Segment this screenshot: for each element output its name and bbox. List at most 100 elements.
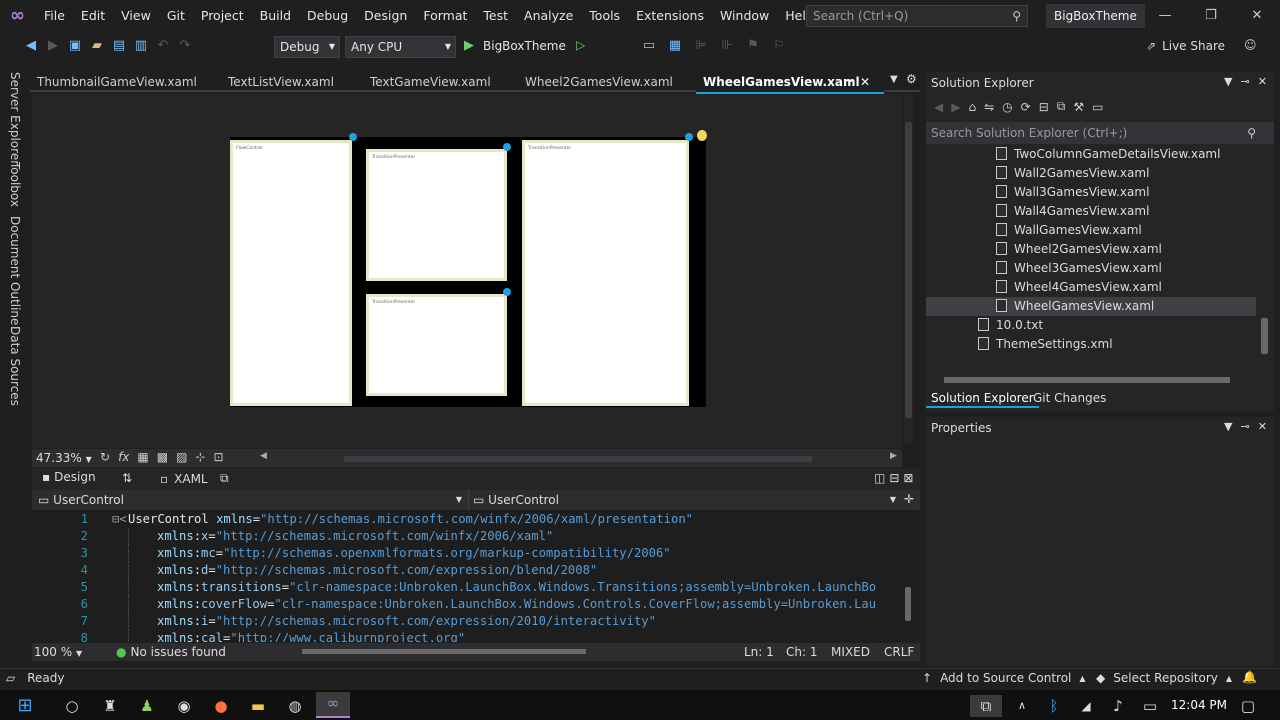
- menu-debug[interactable]: Debug: [299, 0, 356, 32]
- solution-vscroll[interactable]: [1260, 146, 1269, 370]
- open-icon[interactable]: ▰: [88, 38, 106, 53]
- platform-select[interactable]: Any CPU ▼: [345, 36, 456, 58]
- code-editor[interactable]: 1 ⊟< UserControl xmlns="http://schemas.mic…: [32, 511, 900, 642]
- popout-icon[interactable]: ⧉: [220, 471, 229, 486]
- line-indicator[interactable]: Ln: 1: [744, 645, 774, 659]
- artboard-bg-icon[interactable]: ▨: [176, 450, 187, 464]
- fx-icon[interactable]: fx: [118, 450, 129, 464]
- cortana-icon[interactable]: ○: [60, 695, 84, 717]
- battery-icon[interactable]: ▭: [1138, 695, 1162, 717]
- vertical-split-icon[interactable]: ◫: [874, 471, 885, 485]
- forward-icon[interactable]: ▶: [44, 38, 62, 53]
- close-panel-icon[interactable]: ✕: [1258, 420, 1267, 433]
- sync-icon[interactable]: ⟳: [1021, 100, 1031, 114]
- align-right-icon[interactable]: ⊪: [718, 38, 736, 53]
- solution-item[interactable]: Wall4GamesView.xaml: [996, 202, 1149, 221]
- swap-panes-icon[interactable]: ⇅: [122, 471, 132, 485]
- show-all-files-icon[interactable]: ⧉: [1057, 99, 1066, 114]
- solution-item[interactable]: Wall3GamesView.xaml: [996, 183, 1149, 202]
- new-project-icon[interactable]: ▣: [66, 38, 84, 53]
- add-to-source-control-button[interactable]: ↑ Add to Source Control ▲: [922, 671, 1086, 685]
- split-editor-icon[interactable]: ✛: [904, 492, 914, 506]
- feedback-icon[interactable]: ☺: [1244, 38, 1257, 52]
- design-tab[interactable]: ▪ Design: [42, 470, 96, 484]
- flowcontrol-panel[interactable]: FlowControl: [230, 140, 352, 406]
- solution-item[interactable]: Wheel3GamesView.xaml: [996, 259, 1162, 278]
- minimize-button[interactable]: —: [1142, 0, 1188, 32]
- save-icon[interactable]: ▤: [110, 38, 128, 53]
- live-share-button[interactable]: ⇗ Live Share: [1146, 39, 1225, 53]
- app-icon[interactable]: ♜: [98, 695, 122, 717]
- bluetooth-icon[interactable]: ᛒ: [1042, 695, 1066, 717]
- start-icon[interactable]: ▶: [464, 38, 474, 53]
- toolbox-tab[interactable]: Toolbox: [8, 162, 22, 207]
- xaml-designer[interactable]: FlowControl TransitionPresenter Transiti…: [32, 94, 913, 448]
- undo-icon[interactable]: ↶: [154, 38, 172, 53]
- redo-icon[interactable]: ↷: [176, 38, 194, 53]
- menu-git[interactable]: Git: [159, 0, 193, 32]
- taskbar-app-icon[interactable]: ⧉: [970, 695, 1002, 717]
- forward-icon[interactable]: ▶: [951, 100, 960, 114]
- solution-item[interactable]: Wheel2GamesView.xaml: [996, 240, 1162, 259]
- menu-format[interactable]: Format: [415, 0, 475, 32]
- menu-design[interactable]: Design: [356, 0, 415, 32]
- solution-explorer-tab[interactable]: Solution Explorer: [926, 388, 1039, 408]
- selection-handle[interactable]: [503, 288, 511, 296]
- tab-textgameview[interactable]: TextGameView.xaml: [363, 72, 515, 92]
- scroll-thumb[interactable]: [905, 587, 911, 621]
- action-center-icon[interactable]: ▢: [1236, 695, 1260, 717]
- chevron-down-icon[interactable]: ▼: [1224, 75, 1232, 88]
- designer-vscroll[interactable]: [904, 94, 913, 444]
- member-select[interactable]: ▭ UserControl ▼: [468, 490, 898, 510]
- whitespace-mode[interactable]: MIXED: [831, 645, 870, 659]
- scroll-thumb[interactable]: [905, 122, 912, 418]
- properties-icon[interactable]: ⚒: [1073, 100, 1084, 114]
- pin-icon[interactable]: ⊸: [1240, 420, 1249, 433]
- editor-vscroll[interactable]: [904, 511, 913, 642]
- config-select[interactable]: Debug ▼: [274, 36, 340, 58]
- column-indicator[interactable]: Ch: 1: [786, 645, 817, 659]
- menu-test[interactable]: Test: [475, 0, 516, 32]
- transition-presenter-right[interactable]: TransitionPresenter: [522, 140, 689, 406]
- collapse-all-icon[interactable]: ⊟: [1039, 100, 1049, 114]
- snap-lines-icon[interactable]: ⊹: [195, 450, 205, 464]
- close-window-button[interactable]: ✕: [1234, 0, 1280, 32]
- app-icon[interactable]: ♟: [135, 695, 159, 717]
- start-button-icon[interactable]: ⊞: [8, 695, 42, 717]
- transition-presenter-top[interactable]: TransitionPresenter: [366, 149, 507, 281]
- solution-item[interactable]: TwoColumnGameDetailsView.xaml: [996, 145, 1220, 164]
- clock[interactable]: 12:04 PM: [1171, 698, 1227, 712]
- collapse-pane-icon[interactable]: ⊠: [903, 471, 913, 485]
- project-code-icon[interactable]: ⊡: [213, 450, 223, 464]
- server-explorer-tab[interactable]: Server Explorer: [8, 72, 22, 165]
- pin-icon[interactable]: ⊸: [844, 72, 852, 92]
- file-explorer-icon[interactable]: ▬: [246, 695, 270, 717]
- hscroll-left-icon[interactable]: ◀: [260, 451, 267, 461]
- start-target[interactable]: BigBoxTheme: [483, 39, 566, 53]
- horizontal-split-icon[interactable]: ⊟: [889, 471, 899, 485]
- scroll-thumb[interactable]: [1261, 318, 1268, 354]
- issues-indicator[interactable]: ● No issues found: [116, 645, 226, 659]
- selection-handle[interactable]: [503, 143, 511, 151]
- tab-wheel2gamesview[interactable]: Wheel2GamesView.xaml: [518, 72, 694, 92]
- back-icon[interactable]: ◀: [22, 38, 40, 53]
- bookmark-icon[interactable]: ⚑: [744, 38, 762, 53]
- grid-icon[interactable]: ▦: [137, 450, 148, 464]
- app-icon[interactable]: ◍: [283, 695, 307, 717]
- hscroll-right-icon[interactable]: ▶: [890, 451, 897, 461]
- document-outline-tab[interactable]: Document Outline: [8, 216, 22, 325]
- solution-hscroll-thumb[interactable]: [944, 377, 1230, 383]
- folder-icon[interactable]: ▭: [640, 38, 658, 53]
- menu-project[interactable]: Project: [193, 0, 252, 32]
- solution-item[interactable]: Wall2GamesView.xaml: [996, 164, 1149, 183]
- menu-build[interactable]: Build: [252, 0, 299, 32]
- transition-presenter-bottom[interactable]: TransitionPresenter: [366, 294, 507, 396]
- layout-icon[interactable]: ▦: [666, 38, 684, 53]
- tab-wheelgamesview[interactable]: WheelGamesView.xaml ⊸ ✕: [696, 72, 884, 94]
- solution-item[interactable]: ThemeSettings.xml: [978, 335, 1113, 354]
- menu-file[interactable]: File: [36, 0, 73, 32]
- close-panel-icon[interactable]: ✕: [1258, 75, 1267, 88]
- select-repository-button[interactable]: ◆ Select Repository ▲: [1096, 671, 1232, 685]
- type-select[interactable]: ▭ UserControl ▼: [34, 490, 464, 510]
- menu-window[interactable]: Window: [712, 0, 777, 32]
